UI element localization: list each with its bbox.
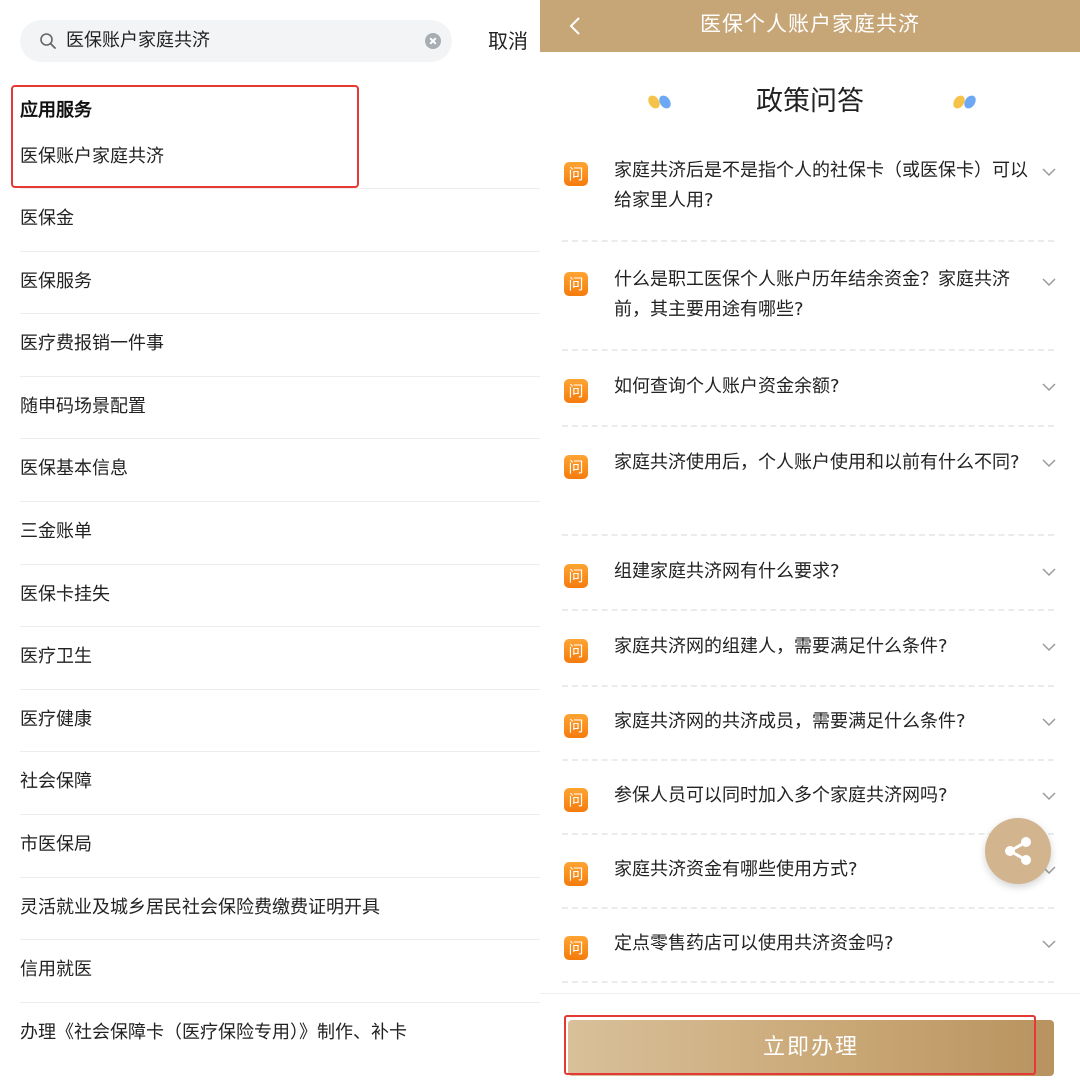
result-item[interactable]: 医疗费报销一件事 bbox=[20, 313, 540, 376]
faq-item[interactable]: 问 家庭共济网的共济成员，需要满足什么条件? bbox=[562, 687, 1056, 761]
faq-question: 家庭共济网的共济成员，需要满足什么条件? bbox=[614, 711, 966, 732]
decoration-icon bbox=[953, 95, 976, 109]
faq-item[interactable]: 问 如何查询个人账户资金余额? bbox=[562, 351, 1056, 427]
question-badge-icon: 问 bbox=[564, 714, 588, 738]
chevron-down-icon[interactable] bbox=[1042, 459, 1056, 468]
result-item[interactable]: 随申码场景配置 bbox=[20, 375, 540, 439]
question-badge-icon: 问 bbox=[564, 162, 588, 186]
result-item[interactable]: 医保卡挂失 bbox=[20, 563, 540, 627]
page-title: 医保个人账户家庭共济 bbox=[700, 12, 920, 36]
chevron-down-icon[interactable] bbox=[1042, 568, 1056, 577]
result-item[interactable]: 医保金 bbox=[20, 188, 540, 251]
faq-item[interactable]: 问 组建家庭共济网有什么要求? bbox=[562, 536, 1056, 611]
nav-bar: 医保个人账户家庭共济 bbox=[540, 0, 1080, 52]
chevron-down-icon[interactable] bbox=[1042, 643, 1056, 652]
highlight-frame bbox=[564, 1015, 1036, 1075]
search-query: 医保账户家庭共济 bbox=[66, 30, 210, 51]
faq-question: 家庭共济后是不是指个人的社保卡（或医保卡）可以给家里人用? bbox=[614, 160, 1028, 211]
faq-item[interactable]: 问 定点零售药店可以使用共济资金吗? bbox=[562, 909, 1056, 983]
result-item[interactable]: 灵活就业及城乡居民社会保险费缴费证明开具 bbox=[20, 876, 540, 940]
faq-item[interactable]: 问 家庭共济使用后，个人账户使用和以前有什么不同? bbox=[562, 427, 1056, 536]
faq-question: 什么是职工医保个人账户历年结余资金？家庭共济前，其主要用途有哪些? bbox=[614, 269, 1010, 320]
result-list: 医保金 医保服务 医疗费报销一件事 随申码场景配置 医保基本信息 三金账单 医保… bbox=[0, 188, 540, 1064]
chevron-down-icon[interactable] bbox=[1042, 168, 1056, 177]
result-item[interactable]: 信用就医 bbox=[20, 939, 540, 1002]
share-icon bbox=[1005, 837, 1031, 865]
search-results-panel: 医保账户家庭共济 取消 应用服务 医保账户家庭共济 医保金 医保服务 医疗费报销… bbox=[0, 0, 540, 1080]
question-badge-icon: 问 bbox=[564, 936, 588, 960]
faq-item[interactable]: 问 家庭共济资金有哪些使用方式? bbox=[562, 835, 1056, 909]
section-title-app-services: 应用服务 bbox=[20, 100, 92, 121]
divider bbox=[540, 993, 1080, 994]
question-badge-icon: 问 bbox=[564, 272, 588, 296]
search-input[interactable]: 医保账户家庭共济 bbox=[20, 20, 452, 62]
chevron-down-icon[interactable] bbox=[1042, 792, 1056, 801]
chevron-down-icon[interactable] bbox=[1042, 278, 1056, 287]
question-badge-icon: 问 bbox=[564, 862, 588, 886]
faq-item[interactable]: 问 什么是职工医保个人账户历年结余资金？家庭共济前，其主要用途有哪些? bbox=[562, 242, 1056, 351]
policy-detail-panel: 医保个人账户家庭共济 政策问答 问 家庭共济后是不是指个人的社保卡（或医保卡）可… bbox=[540, 0, 1080, 1080]
faq-question: 组建家庭共济网有什么要求? bbox=[614, 561, 840, 582]
result-item[interactable]: 医疗健康 bbox=[20, 688, 540, 752]
result-item[interactable]: 办理《社会保障卡（医疗保险专用）》制作、补卡 bbox=[20, 1001, 540, 1065]
question-badge-icon: 问 bbox=[564, 639, 588, 663]
question-badge-icon: 问 bbox=[564, 788, 588, 812]
section-title-policy-qa: 政策问答 bbox=[756, 86, 864, 117]
faq-item[interactable]: 问 家庭共济后是不是指个人的社保卡（或医保卡）可以给家里人用? bbox=[562, 130, 1056, 242]
share-button[interactable] bbox=[985, 818, 1051, 884]
question-badge-icon: 问 bbox=[564, 455, 588, 479]
result-item[interactable]: 医保服务 bbox=[20, 250, 540, 314]
faq-question: 家庭共济网的组建人，需要满足什么条件? bbox=[614, 636, 948, 657]
faq-question: 家庭共济资金有哪些使用方式? bbox=[614, 859, 858, 880]
faq-item[interactable]: 问 家庭共济网的组建人，需要满足什么条件? bbox=[562, 611, 1056, 687]
app-service-item[interactable]: 医保账户家庭共济 bbox=[20, 145, 164, 169]
question-badge-icon: 问 bbox=[564, 564, 588, 588]
faq-question: 参保人员可以同时加入多个家庭共济网吗? bbox=[614, 785, 948, 806]
chevron-down-icon[interactable] bbox=[1042, 718, 1056, 727]
question-badge-icon: 问 bbox=[564, 379, 588, 403]
search-bar: 医保账户家庭共济 取消 bbox=[0, 0, 540, 82]
result-item[interactable]: 医疗卫生 bbox=[20, 626, 540, 689]
faq-item[interactable]: 问 参保人员可以同时加入多个家庭共济网吗? bbox=[562, 761, 1056, 835]
result-item[interactable]: 社会保障 bbox=[20, 751, 540, 814]
result-item[interactable]: 三金账单 bbox=[20, 500, 540, 564]
chevron-down-icon[interactable] bbox=[1042, 940, 1056, 949]
chevron-down-icon[interactable] bbox=[1042, 383, 1056, 392]
faq-question: 定点零售药店可以使用共济资金吗? bbox=[614, 933, 894, 954]
result-item[interactable]: 市医保局 bbox=[20, 813, 540, 877]
cancel-button[interactable]: 取消 bbox=[488, 27, 528, 55]
faq-question: 家庭共济使用后，个人账户使用和以前有什么不同? bbox=[614, 452, 1020, 473]
result-item[interactable]: 医保基本信息 bbox=[20, 438, 540, 501]
faq-question: 如何查询个人账户资金余额? bbox=[614, 376, 840, 397]
search-icon bbox=[40, 33, 56, 49]
clear-icon[interactable] bbox=[425, 33, 441, 49]
